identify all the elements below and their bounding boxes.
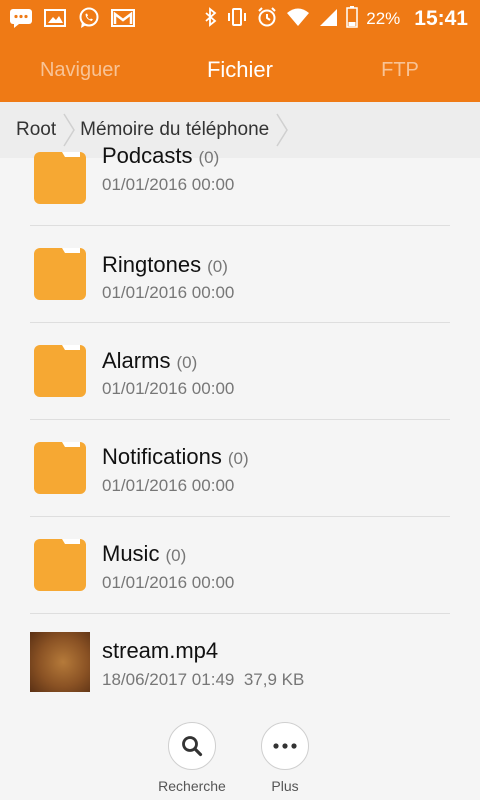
item-count: (0) [198,148,220,167]
item-name-line: Music (0) [102,541,186,567]
clock: 15:41 [414,7,468,30]
list-item[interactable]: Ringtones (0) 01/01/2016 00:00 [0,226,480,323]
search-icon [182,736,203,757]
item-name: Alarms [102,348,171,373]
folder-icon [34,152,86,204]
item-date: 01/01/2016 00:00 [102,175,235,194]
system-icons: 22% 15:41 [204,4,468,34]
status-bar: 22% 15:41 [0,0,480,38]
folder-icon [34,539,86,591]
signal-icon [318,7,338,32]
wifi-icon [286,7,310,32]
folder-icon [34,442,86,494]
item-count: (0) [176,353,198,372]
more-dots-icon [273,743,297,749]
item-count: (0) [165,546,187,565]
item-size: 37,9 KB [243,670,305,689]
file-list: Podcasts (0) 01/01/2016 00:00 Ringtones (0… [0,140,480,710]
item-name: Notifications [102,444,222,469]
gmail-icon [110,6,136,30]
tab-ftp[interactable]: FTP [320,38,480,102]
item-name-line: Alarms (0) [102,348,197,374]
message-icon [8,6,34,30]
tab-fichier[interactable]: Fichier [160,38,320,102]
notification-icons [8,6,136,30]
list-item[interactable]: Podcasts (0) 01/01/2016 00:00 [0,140,480,226]
video-thumbnail [30,632,90,692]
search-circle[interactable] [168,722,216,770]
item-name-line: Ringtones (0) [102,252,228,278]
list-item[interactable]: Music (0) 01/01/2016 00:00 [0,517,480,614]
item-name-line: Notifications (0) [102,444,249,470]
vibrate-icon [226,7,248,32]
whatsapp-icon [76,6,102,30]
bluetooth-icon [204,6,218,32]
more-button[interactable]: Plus [240,722,330,794]
item-meta: 18/06/2017 01:49 37,9 KB [102,670,304,690]
more-circle[interactable] [261,722,309,770]
item-date: 18/06/2017 01:49 [102,670,235,689]
list-item[interactable]: Notifications (0) 01/01/2016 00:00 [0,420,480,517]
tab-naviguer[interactable]: Naviguer [0,38,160,102]
item-date: 01/01/2016 00:00 [102,476,235,495]
more-label: Plus [271,778,299,794]
item-name: Music [102,541,160,566]
image-icon [42,6,68,30]
battery-icon [346,5,358,33]
alarm-icon [256,6,278,33]
folder-icon [34,248,86,300]
item-count: (0) [227,449,249,468]
bottom-bar: Recherche Plus [0,710,480,800]
battery-percent: 22% [366,9,401,28]
item-name: Podcasts [102,143,193,168]
list-item[interactable]: Alarms (0) 01/01/2016 00:00 [0,323,480,420]
item-name: Ringtones [102,252,202,277]
tab-bar: Naviguer Fichier FTP [0,38,480,102]
search-button[interactable]: Recherche [147,722,237,794]
item-name-line: Podcasts (0) [102,143,219,169]
item-date: 01/01/2016 00:00 [102,573,235,592]
item-date: 01/01/2016 00:00 [102,379,235,398]
item-count: (0) [207,257,228,276]
folder-icon [34,345,86,397]
search-label: Recherche [158,778,226,794]
item-name: stream.mp4 [102,638,219,663]
list-item[interactable]: stream.mp4 18/06/2017 01:49 37,9 KB [0,614,480,710]
item-date: 01/01/2016 00:00 [102,283,235,302]
